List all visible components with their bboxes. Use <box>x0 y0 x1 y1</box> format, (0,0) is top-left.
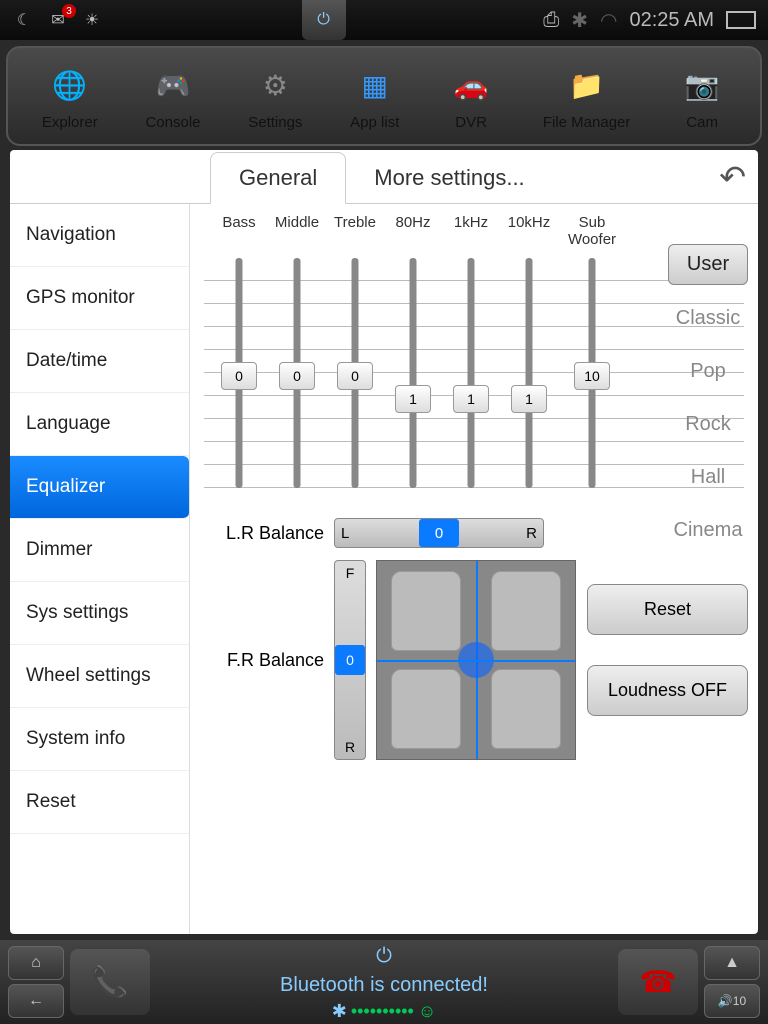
app-dock: 🌐Explorer 🎮Console ⚙Settings ▦App list 🚗… <box>6 46 762 146</box>
eq-slider-1khz[interactable]: 1 <box>446 258 496 488</box>
sidebar-gps-monitor[interactable]: GPS monitor <box>10 267 189 330</box>
preset-hall[interactable]: Hall <box>673 458 743 497</box>
fr-balance-label: F.R Balance <box>204 650 324 671</box>
balance-seats-diagram[interactable] <box>376 560 576 760</box>
loudness-button[interactable]: Loudness OFF <box>587 665 748 716</box>
eq-band-labels: BassMiddleTreble80Hz1kHz10kHzSub Woofer <box>204 214 744 248</box>
dock-applist[interactable]: ▦App list <box>350 62 399 131</box>
status-bar: ☾ ✉3 ☀ ⏻ ⎙ ✱ ◠ 02:25 AM <box>0 0 768 40</box>
dock-cam[interactable]: 📷Cam <box>678 62 726 131</box>
lr-balance-slider[interactable]: L 0 R <box>334 518 544 548</box>
fr-balance-slider[interactable]: F 0 R <box>334 560 366 760</box>
preset-user[interactable]: User <box>668 244 748 285</box>
sidebar-dimmer[interactable]: Dimmer <box>10 519 189 582</box>
tab-general[interactable]: General <box>210 152 346 204</box>
wifi-icon: ◠ <box>600 8 617 33</box>
eq-slider-10khz[interactable]: 1 <box>504 258 554 488</box>
preset-cinema[interactable]: Cinema <box>656 511 758 550</box>
volume-display[interactable]: 🔊 10 <box>704 984 760 1018</box>
back-button[interactable]: ↶ <box>719 158 746 196</box>
usb-icon: ⎙ <box>543 9 559 32</box>
call-answer-button[interactable]: 📞 <box>70 949 150 1015</box>
volume-up-button[interactable]: ▲ <box>704 946 760 980</box>
call-end-button[interactable]: ☎ <box>618 949 698 1015</box>
equalizer-area: BassMiddleTreble80Hz1kHz10kHzSub Woofer … <box>190 204 758 934</box>
lr-thumb[interactable]: 0 <box>419 519 459 547</box>
dock-settings[interactable]: ⚙Settings <box>248 62 302 131</box>
sidebar-language[interactable]: Language <box>10 393 189 456</box>
eq-slider-80hz[interactable]: 1 <box>388 258 438 488</box>
dock-dvr[interactable]: 🚗DVR <box>447 62 495 131</box>
sidebar-equalizer[interactable]: Equalizer <box>10 456 189 519</box>
eq-slider-bass[interactable]: 0 <box>214 258 264 488</box>
preset-rock[interactable]: Rock <box>667 405 749 444</box>
bluetooth-status: Bluetooth is connected! <box>280 974 488 997</box>
eq-slider-treble[interactable]: 0 <box>330 258 380 488</box>
moon-icon: ☾ <box>12 8 36 32</box>
sidebar-sys-settings[interactable]: Sys settings <box>10 582 189 645</box>
clock: 02:25 AM <box>629 9 714 32</box>
lr-balance-label: L.R Balance <box>204 523 324 544</box>
brightness-icon[interactable]: ☀ <box>80 8 104 32</box>
bluetooth-icon: ✱ <box>571 8 588 33</box>
sidebar-reset[interactable]: Reset <box>10 771 189 834</box>
reset-button[interactable]: Reset <box>587 584 748 635</box>
bottom-bar: ⌂ ← 📞 ⏻ Bluetooth is connected! ✱ ••••••… <box>0 940 768 1024</box>
balance-position-dot[interactable] <box>458 642 494 678</box>
fr-thumb[interactable]: 0 <box>335 645 365 675</box>
preset-classic[interactable]: Classic <box>658 299 758 338</box>
bottom-center: ⏻ Bluetooth is connected! ✱ •••••••••• ☺ <box>156 942 612 1022</box>
connection-indicator: ✱ •••••••••• ☺ <box>332 1001 437 1022</box>
sidebar-navigation[interactable]: Navigation <box>10 204 189 267</box>
eq-presets: User Classic Pop Rock Hall Cinema <box>658 244 758 550</box>
notification-icon[interactable]: ✉3 <box>46 8 70 32</box>
dock-console[interactable]: 🎮Console <box>145 62 200 131</box>
battery-icon <box>726 11 756 29</box>
sidebar-system-info[interactable]: System info <box>10 708 189 771</box>
settings-sidebar: Navigation GPS monitor Date/time Languag… <box>10 204 190 934</box>
sidebar-wheel-settings[interactable]: Wheel settings <box>10 645 189 708</box>
home-button[interactable]: ⌂ <box>8 946 64 980</box>
back-nav-button[interactable]: ← <box>8 984 64 1018</box>
bottom-power-icon[interactable]: ⏻ <box>364 942 404 970</box>
settings-panel: General More settings... ↶ Navigation GP… <box>10 150 758 934</box>
tab-more-settings[interactable]: More settings... <box>346 153 552 203</box>
eq-slider-subwoofer[interactable]: 10 <box>562 258 622 488</box>
dock-filemanager[interactable]: 📁File Manager <box>543 62 631 131</box>
eq-slider-middle[interactable]: 0 <box>272 258 322 488</box>
power-button[interactable]: ⏻ <box>302 0 346 40</box>
preset-pop[interactable]: Pop <box>672 352 744 391</box>
sidebar-date-time[interactable]: Date/time <box>10 330 189 393</box>
dock-explorer[interactable]: 🌐Explorer <box>42 62 98 131</box>
tabs-row: General More settings... ↶ <box>10 150 758 204</box>
